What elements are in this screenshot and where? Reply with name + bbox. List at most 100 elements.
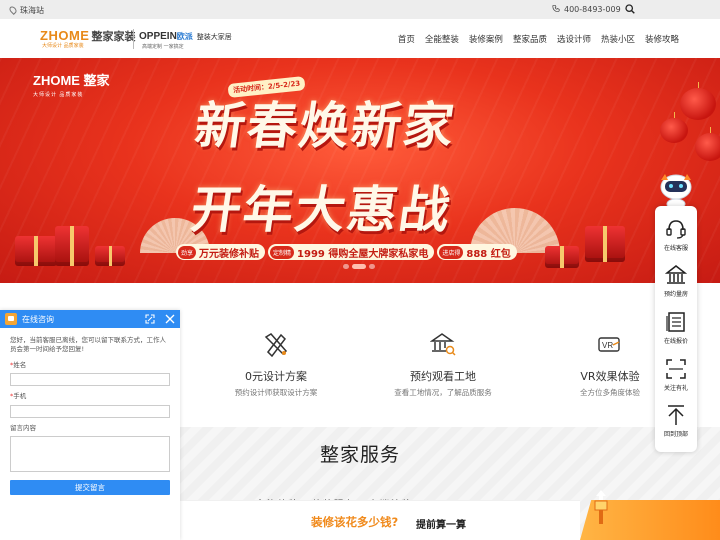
gift-box-icon <box>585 226 625 262</box>
hotline-number: 400-8493-009 <box>564 5 621 14</box>
sidebar-label: 在线报价 <box>663 338 688 345</box>
carousel-dot[interactable] <box>352 264 366 269</box>
promo-tag: 劲享 <box>178 245 197 259</box>
service-free-design[interactable]: 0元设计方案 预约设计师获取设计方案 <box>216 331 336 398</box>
location-label: 珠海站 <box>20 6 44 15</box>
nav-designers[interactable]: 选设计师 <box>557 33 591 45</box>
field-label-text: 姓名 <box>13 360 27 369</box>
main-nav: 首页 全能整装 装修案例 整家品质 选设计师 热装小区 装修攻略 <box>388 33 679 45</box>
search-icon[interactable] <box>625 4 635 14</box>
top-utility-bar: 珠海站 400-8493-009 <box>0 0 720 19</box>
arrow-up-icon <box>668 405 684 425</box>
lantern-icon <box>695 127 720 161</box>
chat-body: 您好，当前客服已离线，您可以留下联系方式，工作人员会第一时间给予您回复! *姓名… <box>0 328 180 480</box>
partner-cn: 欧派 <box>176 32 193 41</box>
sidebar-book-measure[interactable]: 预约量房 <box>655 264 697 298</box>
nav-home[interactable]: 首页 <box>398 33 415 45</box>
hero-banner[interactable]: ZHOME 整家 大师设计 品质家装 活动时间：2/5-2/23 新春焕新家 开… <box>0 58 720 283</box>
promo-text: 1999 得购全屋大牌家私家电 <box>297 248 429 260</box>
site-header: ZHOME 整家家装 大师设计 品质家装 OPPEIN欧派 整装大家居 高端定制 一… <box>0 19 720 58</box>
section-title: 整家服务 <box>320 444 401 466</box>
nav-communities[interactable]: 热装小区 <box>601 33 635 45</box>
promo-furniture: 定制精 1999 得购全屋大牌家私家电 <box>268 244 435 260</box>
banner-headline-1: 新春焕新家 <box>191 96 460 155</box>
chat-offline-message: 您好，当前客服已离线，您可以留下联系方式，工作人员会第一时间给予您回复! <box>10 336 166 354</box>
lantern-icon <box>660 112 688 143</box>
promo-strip: 劲享 万元装修补贴 定制精 1999 得购全屋大牌家私家电 进店得 888 红包 <box>176 242 517 262</box>
gift-box-icon <box>15 236 57 266</box>
service-desc: 查看工地情况，了解品质服务 <box>394 388 492 397</box>
phone-field[interactable] <box>10 404 170 418</box>
logo-divider <box>133 29 134 49</box>
close-icon[interactable] <box>165 314 175 324</box>
message-field[interactable] <box>10 436 170 473</box>
floating-service-sidebar: 在线客服 预约量房 在线报价 关注有礼 回到顶部 <box>655 206 697 452</box>
robot-mascot-icon[interactable] <box>655 170 697 210</box>
service-title: VR效果体验 <box>580 370 640 383</box>
promo-tag: 进店得 <box>439 245 464 259</box>
promo-redpacket: 进店得 888 红包 <box>437 244 517 260</box>
sidebar-label: 预约量房 <box>663 291 688 298</box>
field-label-text: 手机 <box>13 392 27 401</box>
location-selector[interactable]: 珠海站 <box>8 5 44 16</box>
partner-name: OPPEIN <box>139 31 177 42</box>
banner-logo-tagline: 大师设计 品质家装 <box>33 92 84 98</box>
name-field-label: *姓名 <box>10 360 27 369</box>
house-icon <box>665 265 687 284</box>
carousel-dots <box>343 264 375 269</box>
location-pin-icon <box>8 5 18 15</box>
partner-logo: OPPEIN欧派 整装大家居 高端定制 一家搞定 <box>139 28 232 50</box>
service-desc: 全方位多角度体验 <box>580 388 640 397</box>
name-field[interactable] <box>10 373 170 387</box>
headset-icon <box>666 220 686 239</box>
submit-message-button[interactable]: 提交留言 <box>10 480 170 495</box>
banner-logo-text: ZHOME 整家 <box>33 73 110 88</box>
svg-text:VR: VR <box>602 341 613 350</box>
sidebar-back-to-top[interactable]: 回到顶部 <box>655 404 697 438</box>
nav-quality[interactable]: 整家品质 <box>513 33 547 45</box>
logo-brand-cn: 整家家装 <box>91 30 136 43</box>
nav-guides[interactable]: 装修攻略 <box>645 33 679 45</box>
nav-full-package[interactable]: 全能整装 <box>425 33 459 45</box>
service-title: 0元设计方案 <box>245 370 307 383</box>
service-desc: 预约设计师获取设计方案 <box>234 388 318 397</box>
partner-slogan: 整装大家居 <box>196 33 232 41</box>
sidebar-label: 回到顶部 <box>663 431 688 438</box>
cost-calc-button[interactable]: 提前算一算 <box>416 516 466 531</box>
nav-cases[interactable]: 装修案例 <box>469 33 503 45</box>
promo-text: 万元装修补贴 <box>199 248 260 260</box>
lantern-icon <box>680 82 716 120</box>
hotline: 400-8493-009 <box>552 4 621 14</box>
sidebar-follow-gift[interactable]: 关注有礼 <box>655 358 697 392</box>
chat-title: 在线咨询 <box>22 314 54 324</box>
promo-tag: 定制精 <box>270 245 295 259</box>
logo-tagline: 大师设计 品质家装 <box>42 43 84 49</box>
gift-box-icon <box>95 246 125 266</box>
sidebar-online-service[interactable]: 在线客服 <box>655 218 697 252</box>
carousel-dot[interactable] <box>343 264 349 269</box>
cost-calculator-bar[interactable]: 装修该花多少钱? 提前算一算 <box>180 500 580 540</box>
banner-headline-2: 开年大惠战 <box>187 180 456 239</box>
document-icon <box>666 312 685 332</box>
chat-avatar-icon <box>5 313 17 325</box>
service-site-visit[interactable]: 预约观看工地 查看工地情况，了解品质服务 <box>383 331 503 398</box>
design-icon <box>264 333 288 358</box>
site-icon <box>429 333 456 356</box>
partner-sub: 高端定制 一家搞定 <box>142 44 184 50</box>
banner-logo: ZHOME 整家 大师设计 品质家装 <box>33 70 110 98</box>
service-title: 预约观看工地 <box>410 370 476 383</box>
expand-icon[interactable] <box>145 314 155 324</box>
service-vr[interactable]: VR VR效果体验 全方位多角度体验 <box>550 331 670 398</box>
site-logo[interactable]: ZHOME 整家家装 大师设计 品质家装 <box>40 28 135 50</box>
vr-icon: VR <box>598 337 620 352</box>
promo-subsidy: 劲享 万元装修补贴 <box>176 244 266 260</box>
carousel-dot[interactable] <box>369 264 375 269</box>
cost-question: 装修该花多少钱? <box>311 515 399 529</box>
phone-field-label: *手机 <box>10 392 27 401</box>
sidebar-online-quote[interactable]: 在线报价 <box>655 311 697 345</box>
chat-header: 在线咨询 <box>0 310 180 328</box>
paint-brush-icon <box>594 490 608 524</box>
qrcode-icon <box>666 359 686 379</box>
message-field-label: 留言内容 <box>10 423 36 432</box>
online-consult-panel: 在线咨询 您好，当前客服已离线，您可以留下联系方式，工作人员会第一时间给予您回复… <box>0 310 180 540</box>
